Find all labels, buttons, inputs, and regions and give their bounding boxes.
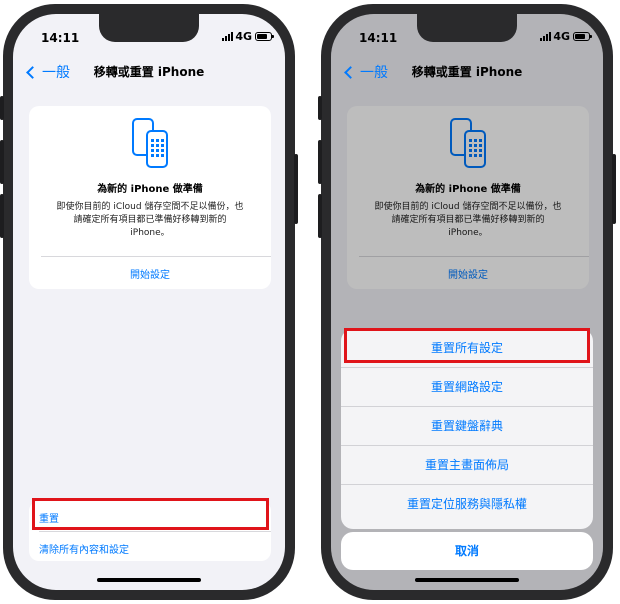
volume-up-button — [318, 140, 322, 184]
reset-location-privacy-button[interactable]: 重置定位服務與隱私權 — [341, 485, 593, 523]
home-indicator — [97, 578, 201, 582]
phone-transfer-icon — [132, 118, 168, 168]
highlight-box-reset — [32, 498, 269, 530]
highlight-box-reset-all — [344, 328, 590, 363]
nav-bar: 一般 移轉或重置 iPhone — [13, 58, 285, 86]
prepare-description: 即使你目前的 iCloud 儲存空間不足以備份，也 請確定所有項目都已準備好移轉… — [37, 201, 263, 240]
page-title: 移轉或重置 iPhone — [411, 65, 523, 79]
divider — [39, 531, 271, 532]
page-title: 移轉或重置 iPhone — [93, 65, 205, 79]
erase-all-button[interactable]: 清除所有內容和設定 — [39, 541, 129, 556]
mute-switch — [0, 96, 4, 120]
reset-keyboard-dictionary-button[interactable]: 重置鍵盤辭典 — [341, 407, 593, 445]
right-phone: 14:11 4G 一般 移轉或重置 iPhone 為新的 iPhone 做準備 … — [318, 4, 616, 600]
reset-network-settings-button[interactable]: 重置網路設定 — [341, 368, 593, 406]
left-screen: 14:11 4G 一般 移轉或重置 iPhone 為新的 iPhone 做準備 … — [13, 14, 285, 590]
battery-icon — [573, 32, 592, 41]
prepare-title: 為新的 iPhone 做準備 — [97, 184, 203, 195]
notch — [99, 14, 199, 42]
left-phone: 14:11 4G 一般 移轉或重置 iPhone 為新的 iPhone 做準備 … — [0, 4, 298, 600]
status-time: 14:11 — [41, 31, 80, 45]
right-screen: 14:11 4G 一般 移轉或重置 iPhone 為新的 iPhone 做準備 … — [331, 14, 603, 590]
prepare-card: 為新的 iPhone 做準備 即使你目前的 iCloud 儲存空間不足以備份，也… — [29, 106, 271, 289]
side-button — [294, 154, 298, 224]
volume-up-button — [0, 140, 4, 184]
notch — [417, 14, 517, 42]
prepare-description-line: 請確定所有項目都已準備好移轉到新的 — [73, 215, 227, 225]
cellular-signal-icon — [540, 32, 551, 41]
get-started-button[interactable]: 開始設定 — [29, 266, 271, 281]
network-type: 4G — [235, 30, 252, 43]
cellular-signal-icon — [222, 32, 233, 41]
home-indicator — [415, 578, 519, 582]
network-type: 4G — [553, 30, 570, 43]
cancel-button[interactable]: 取消 — [341, 532, 593, 570]
prepare-description-line: iPhone。 — [130, 228, 170, 238]
reset-home-screen-layout-button[interactable]: 重置主畫面佈局 — [341, 446, 593, 484]
volume-down-button — [318, 194, 322, 238]
battery-icon — [255, 32, 274, 41]
nav-bar: 一般 移轉或重置 iPhone — [331, 58, 603, 86]
side-button — [612, 154, 616, 224]
status-time: 14:11 — [359, 31, 398, 45]
volume-down-button — [0, 194, 4, 238]
mute-switch — [318, 96, 322, 120]
divider — [41, 256, 271, 257]
prepare-description-line: 即使你目前的 iCloud 儲存空間不足以備份，也 — [56, 202, 244, 212]
